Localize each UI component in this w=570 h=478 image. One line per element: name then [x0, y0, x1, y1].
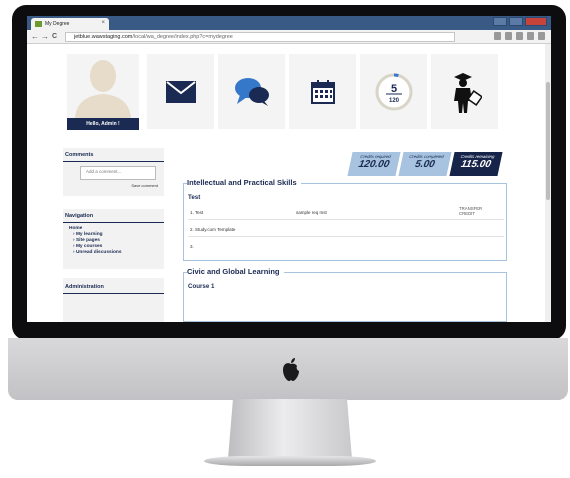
credits-completed-badge: Credits completed 5.00	[398, 152, 452, 176]
credits-required-badge: Credits required 120.00	[347, 152, 401, 176]
forward-button[interactable]: →	[41, 32, 49, 42]
requirement-course: sample req mst	[296, 210, 327, 215]
url-path: /local/wa_degree/index.php?c=mydegree	[132, 34, 233, 40]
greeting-label: Hello, Admin !	[67, 118, 139, 130]
requirement-row[interactable]: 1. Test sample req mst TRANSFER CREDIT	[188, 205, 504, 220]
menu-icon[interactable]	[538, 32, 545, 40]
url-host: jetblue.wawstaging.com	[74, 34, 133, 40]
credits-completed-value: 5.00	[413, 159, 436, 170]
section-box	[183, 272, 507, 322]
nav-item-unread-discussions[interactable]: › Unread discussions	[69, 250, 158, 256]
apple-logo-icon	[283, 358, 299, 381]
credits-remaining-badge: Credits remaining 115.00	[449, 152, 503, 176]
credits-required-label: Credits required	[359, 154, 392, 159]
graduate-icon	[453, 72, 482, 113]
minimize-button[interactable]	[493, 17, 507, 26]
bookmark-icon[interactable]	[527, 32, 534, 40]
navigation-block: Navigation Home › My learning › Site pag…	[63, 209, 164, 269]
star-icon[interactable]	[505, 32, 512, 40]
requirement-name: 1. Test	[190, 210, 204, 215]
window-controls	[493, 17, 547, 27]
navigation-title: Navigation	[63, 209, 164, 223]
extension-icon[interactable]	[516, 32, 523, 40]
close-window-button[interactable]	[525, 17, 547, 26]
comments-title: Comments	[63, 148, 164, 162]
page-scrollbar[interactable]	[545, 44, 551, 322]
favicon-icon	[35, 21, 42, 27]
navigation-list: Home › My learning › Site pages › My cou…	[63, 223, 164, 259]
requirement-row[interactable]: 3.	[188, 239, 504, 254]
section-title: Civic and Global Learning	[187, 267, 284, 276]
url-field[interactable]: jetblue.wawstaging.com/local/wa_degree/i…	[65, 32, 455, 42]
progress-tile[interactable]: 5 120	[360, 54, 427, 129]
section-title: Intellectual and Practical Skills	[187, 178, 301, 187]
envelope-icon	[165, 80, 196, 103]
comments-block: Comments Add a comment... Save comment	[63, 148, 164, 196]
save-comment-link[interactable]: Save comment	[131, 183, 158, 188]
tab-bar: My Degree ×	[27, 16, 551, 30]
forum-tile[interactable]	[218, 54, 285, 129]
messages-tile[interactable]	[147, 54, 214, 129]
graduate-tile[interactable]	[431, 54, 498, 129]
credits-required-value: 120.00	[357, 159, 391, 170]
address-toolbar: ← → C jetblue.wawstaging.com/local/wa_de…	[27, 30, 551, 44]
maximize-button[interactable]	[509, 17, 523, 26]
avatar-icon	[75, 60, 131, 118]
requirement-group-title: Course 1	[188, 283, 215, 290]
requirement-group-title: Test	[188, 194, 201, 201]
credits-remaining-label: Credits remaining	[460, 154, 495, 159]
progress-total: 120	[388, 98, 399, 104]
reload-button[interactable]: C	[52, 32, 57, 42]
calendar-tile[interactable]	[289, 54, 356, 129]
monitor-stand-base	[204, 456, 376, 466]
calendar-icon	[310, 79, 335, 104]
zoom-icon[interactable]	[494, 32, 501, 40]
browser-screen: My Degree × ← → C jetblue.wawstaging.com…	[27, 16, 551, 322]
tab-title: My Degree	[45, 21, 70, 27]
comment-input[interactable]: Add a comment...	[80, 166, 156, 180]
tab-close-icon[interactable]: ×	[101, 20, 105, 26]
toolbar-icons	[494, 32, 545, 40]
browser-tab[interactable]: My Degree ×	[31, 18, 109, 30]
credits-remaining-value: 115.00	[459, 159, 492, 170]
requirement-row[interactable]: 2. Study.com Template	[188, 222, 504, 237]
requirement-name: 2. Study.com Template	[190, 227, 236, 232]
requirement-name: 3.	[190, 244, 194, 249]
scrollbar-thumb[interactable]	[546, 82, 550, 200]
administration-title: Administration	[63, 278, 164, 294]
imac-mockup: My Degree × ← → C jetblue.wawstaging.com…	[0, 0, 570, 478]
requirement-status: TRANSFER CREDIT	[459, 206, 483, 216]
progress-value: 5	[390, 83, 396, 95]
progress-ring-icon: 5 120	[375, 73, 412, 110]
back-button[interactable]: ←	[31, 32, 39, 42]
chat-bubbles-icon	[234, 77, 269, 106]
credits-completed-label: Credits completed	[408, 154, 445, 159]
administration-block: Administration	[63, 278, 164, 322]
monitor-stand	[228, 399, 352, 459]
